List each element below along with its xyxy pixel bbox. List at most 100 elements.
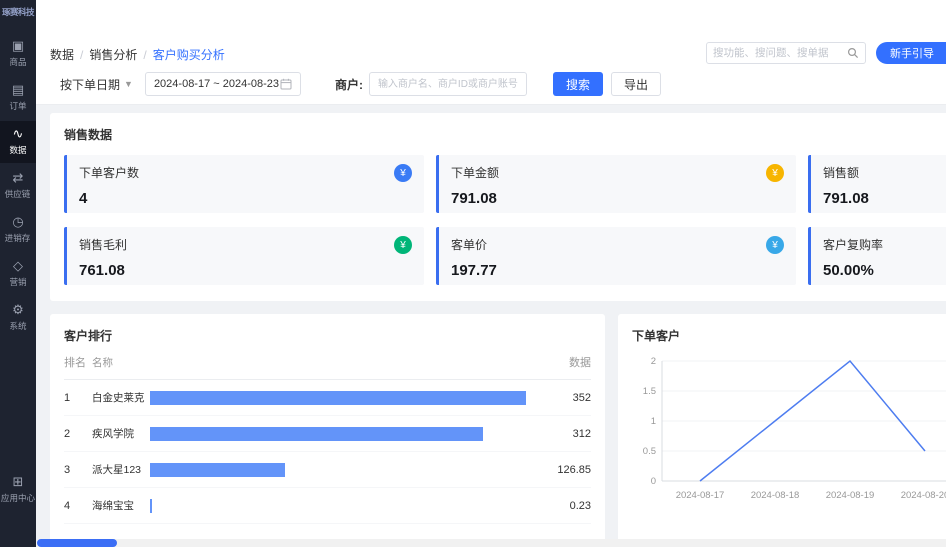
chevron-down-icon: ▼ bbox=[124, 79, 133, 89]
stat-value: 791.08 bbox=[823, 190, 946, 207]
merchant-search-input[interactable] bbox=[369, 72, 527, 96]
chart-tick-label: 0.5 bbox=[643, 446, 656, 457]
app-window: 琢赛科技 ▣ 商品 ▤ 订单 ∿数据 ⇄ 供应链 ◷ 进销存 ◇营销⚙系统 ⊞应用中心 数据 / 销售… bbox=[0, 0, 946, 547]
data-icon: ∿ bbox=[13, 127, 24, 141]
ranking-table-body: 1白金史莱克3522疾风学院3123派大星123126.854海绵宝宝0.23 bbox=[64, 380, 591, 524]
date-range-value: 2024-08-17 ~ 2024-08-23 bbox=[154, 78, 279, 90]
goods-icon: ▣ bbox=[12, 39, 24, 53]
bar-cell bbox=[150, 391, 536, 405]
stat-card: 销售毛利761.08¥ bbox=[64, 227, 424, 285]
value-cell: 126.85 bbox=[536, 464, 591, 476]
table-row: 1白金史莱克352 bbox=[64, 380, 591, 416]
table-row: 3派大星123126.85 bbox=[64, 452, 591, 488]
sidebar-item-orders[interactable]: ▤ 订单 bbox=[0, 77, 36, 119]
horizontal-scrollbar[interactable] bbox=[36, 539, 946, 547]
bottom-row: 客户排行 排名 名称 数据 1白金史莱克3522疾风学院3123派大星12312… bbox=[50, 314, 946, 547]
chart-wrap: 00.511.522024-08-172024-08-182024-08-192… bbox=[632, 356, 946, 521]
order-customers-title: 下单客户 bbox=[632, 327, 946, 344]
sidebar-item-label: 订单 bbox=[9, 100, 26, 112]
sidebar-item-label: 进销存 bbox=[5, 232, 31, 244]
sidebar-item-supply-chain[interactable]: ⇄ 供应链 bbox=[0, 165, 36, 207]
sidebar-item-label: 供应链 bbox=[5, 188, 31, 200]
chart-tick-label: 2024-08-18 bbox=[751, 490, 800, 501]
breadcrumb-separator: / bbox=[80, 48, 83, 62]
stat-value: 761.08 bbox=[79, 262, 412, 279]
rank-cell: 4 bbox=[64, 500, 92, 512]
customer-name-cell: 海绵宝宝 bbox=[92, 498, 150, 513]
chart-tick-label: 1 bbox=[651, 416, 656, 427]
value-cell: 0.23 bbox=[536, 500, 591, 512]
customer-count-icon: ¥ bbox=[394, 164, 412, 182]
value-cell: 312 bbox=[536, 428, 591, 440]
newbie-guide-button[interactable]: 新手引导 bbox=[876, 42, 946, 64]
sidebar-item-data[interactable]: ∿数据 bbox=[0, 121, 36, 163]
rank-cell: 2 bbox=[64, 428, 92, 440]
avg-order-price-icon: ¥ bbox=[766, 236, 784, 254]
sidebar-bottom: ⊞应用中心 bbox=[0, 469, 36, 513]
header-right: 新手引导 bbox=[706, 42, 946, 64]
global-search-box[interactable] bbox=[706, 42, 866, 64]
sidebar-menu: ▣ 商品 ▤ 订单 ∿数据 ⇄ 供应链 ◷ 进销存 ◇营销⚙系统 bbox=[0, 33, 36, 341]
breadcrumb-item[interactable]: 数据 bbox=[50, 46, 74, 63]
content: 销售数据 下单客户数4¥下单金额791.08¥销售额791.08销售毛利761.… bbox=[36, 105, 946, 547]
stat-label: 下单金额 bbox=[451, 164, 784, 181]
global-search-input[interactable] bbox=[713, 47, 847, 59]
sidebar: 琢赛科技 ▣ 商品 ▤ 订单 ∿数据 ⇄ 供应链 ◷ 进销存 ◇营销⚙系统 ⊞应用中心 bbox=[0, 0, 36, 547]
stat-value: 197.77 bbox=[451, 262, 784, 279]
scrollbar-thumb[interactable] bbox=[37, 539, 117, 547]
bar-cell bbox=[150, 463, 536, 477]
orders-icon: ▤ bbox=[12, 83, 24, 97]
customer-name-cell: 疾风学院 bbox=[92, 426, 150, 441]
brand-logo: 琢赛科技 bbox=[0, 8, 36, 17]
sidebar-item-inventory[interactable]: ◷ 进销存 bbox=[0, 209, 36, 251]
rank-bar bbox=[150, 499, 152, 513]
stat-label: 销售毛利 bbox=[79, 236, 412, 253]
search-icon[interactable] bbox=[847, 47, 859, 59]
inventory-icon: ◷ bbox=[12, 215, 23, 229]
stat-label: 客单价 bbox=[451, 236, 784, 253]
chart-tick-label: 2024-08-20 bbox=[901, 490, 946, 501]
sidebar-item-marketing[interactable]: ◇营销 bbox=[0, 253, 36, 295]
order-customers-card: 下单客户 00.511.522024-08-172024-08-182024-0… bbox=[618, 314, 946, 547]
stat-label: 客户复购率 bbox=[823, 236, 946, 253]
search-button[interactable]: 搜索 bbox=[553, 72, 603, 96]
date-range-input[interactable]: 2024-08-17 ~ 2024-08-23 bbox=[145, 72, 301, 96]
sidebar-item-system[interactable]: ⚙系统 bbox=[0, 297, 36, 339]
value-cell: 352 bbox=[536, 392, 591, 404]
sidebar-item-app-center[interactable]: ⊞应用中心 bbox=[0, 469, 36, 511]
col-name-header: 名称 bbox=[92, 355, 150, 370]
main-area: 数据/销售分析/客户购买分析 新手引导 按下单日期 ▼ 2024-08 bbox=[36, 0, 946, 547]
breadcrumb-item[interactable]: 客户购买分析 bbox=[153, 46, 225, 63]
order-amount-icon: ¥ bbox=[766, 164, 784, 182]
date-type-select[interactable]: 按下单日期 ▼ bbox=[60, 76, 133, 93]
rank-bar bbox=[150, 391, 526, 405]
system-icon: ⚙ bbox=[12, 303, 24, 317]
stat-card: 客单价 197.77 ¥ bbox=[436, 227, 796, 285]
stat-card: 下单金额791.08¥ bbox=[436, 155, 796, 213]
stat-value: 4 bbox=[79, 190, 412, 207]
stats-grid: 下单客户数4¥下单金额791.08¥销售额791.08销售毛利761.08¥客单… bbox=[64, 155, 946, 285]
rank-cell: 1 bbox=[64, 392, 92, 404]
supply-chain-icon: ⇄ bbox=[13, 171, 24, 185]
merchant-label: 商户: bbox=[335, 76, 363, 93]
sidebar-item-goods[interactable]: ▣ 商品 bbox=[0, 33, 36, 75]
bar-cell bbox=[150, 427, 536, 441]
customer-name-cell: 派大星123 bbox=[92, 462, 150, 477]
table-row: 4海绵宝宝 0.23 bbox=[64, 488, 591, 524]
header: 数据/销售分析/客户购买分析 新手引导 按下单日期 ▼ 2024-08 bbox=[36, 0, 946, 105]
chart-tick-label: 2024-08-19 bbox=[826, 490, 875, 501]
filter-row: 按下单日期 ▼ 2024-08-17 ~ 2024-08-23 商户: 搜索 导… bbox=[60, 72, 661, 96]
breadcrumb: 数据/销售分析/客户购买分析 bbox=[50, 46, 225, 63]
bar-cell bbox=[150, 499, 536, 513]
stat-card: 下单客户数4¥ bbox=[64, 155, 424, 213]
sidebar-item-label: 商品 bbox=[9, 56, 26, 68]
breadcrumb-item[interactable]: 销售分析 bbox=[89, 46, 137, 63]
stat-label: 销售额 bbox=[823, 164, 946, 181]
apps-icon: ⊞ bbox=[13, 475, 24, 489]
stat-card: 销售额 791.08 bbox=[808, 155, 946, 213]
order-customers-line-chart: 00.511.522024-08-172024-08-182024-08-192… bbox=[632, 356, 946, 516]
customer-ranking-card: 客户排行 排名 名称 数据 1白金史莱克3522疾风学院3123派大星12312… bbox=[50, 314, 605, 547]
stat-card: 客户复购率50.00% bbox=[808, 227, 946, 285]
rank-bar bbox=[150, 463, 285, 477]
export-button[interactable]: 导出 bbox=[611, 72, 661, 96]
